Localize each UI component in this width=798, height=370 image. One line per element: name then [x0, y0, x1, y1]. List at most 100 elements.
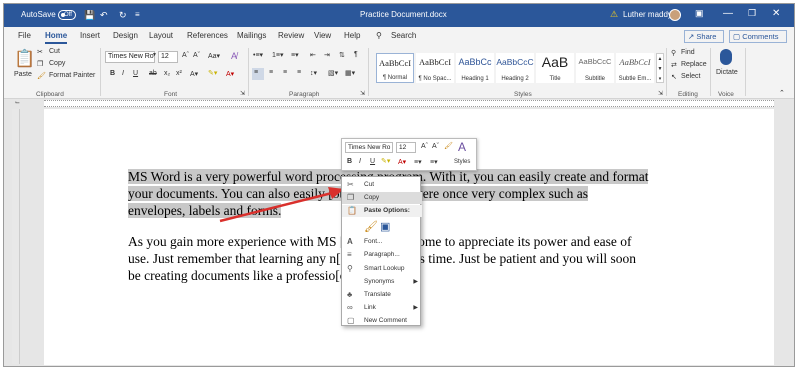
highlight-icon[interactable]: ✎▾	[208, 69, 217, 77]
font-launcher-icon[interactable]: ⇲	[240, 90, 245, 97]
ribbon-display-options-icon[interactable]: ▣	[695, 8, 704, 19]
paste-icon[interactable]: 📋	[14, 49, 35, 69]
chevron-down-icon[interactable]: ▼	[152, 52, 157, 58]
bold-icon[interactable]: B	[347, 158, 352, 165]
style-subtle-emphasis[interactable]: AaBbCcI Subtle Em...	[616, 53, 654, 83]
shrink-font-icon[interactable]: Aˇ	[432, 143, 439, 150]
sort-icon[interactable]: ⇅	[339, 51, 345, 59]
highlight-icon[interactable]: ✎▾	[381, 157, 390, 165]
italic-icon[interactable]: I	[359, 158, 361, 165]
autosave-toggle[interactable]: Off	[58, 10, 76, 20]
menu-item-paragraph[interactable]: ≡ Paragraph...	[342, 249, 422, 261]
style-title[interactable]: AaB Title	[536, 53, 574, 83]
paste-keep-formatting-icon[interactable]: 🖌	[364, 220, 378, 233]
font-color-icon[interactable]: A▾	[398, 158, 406, 166]
minimize-icon[interactable]: —	[723, 8, 733, 19]
comments-button[interactable]: ▢ Comments	[729, 30, 787, 43]
align-right-icon[interactable]: ≡	[283, 69, 287, 76]
multilevel-list-icon[interactable]: ≡▾	[291, 51, 299, 59]
tab-help[interactable]: Help	[344, 31, 360, 40]
numbering-icon[interactable]: ≡▾	[430, 158, 438, 166]
tab-selector-icon[interactable]: ⌙	[15, 99, 20, 106]
replace-button[interactable]: Replace	[681, 61, 707, 68]
tab-references[interactable]: References	[187, 31, 228, 40]
styles-icon[interactable]: A	[458, 140, 466, 154]
font-size-select[interactable]: 12	[158, 51, 178, 63]
align-center-icon[interactable]: ≡	[269, 69, 273, 76]
format-painter-icon[interactable]: 🖌	[37, 72, 46, 80]
decrease-indent-icon[interactable]: ⇤	[310, 51, 316, 59]
menu-item-translate[interactable]: ♣ Translate	[342, 289, 422, 301]
paste-picture-icon[interactable]: ▣	[380, 220, 390, 233]
cut-icon[interactable]: ✂	[37, 48, 43, 56]
microphone-icon[interactable]	[720, 49, 732, 65]
show-formatting-icon[interactable]: ¶	[354, 51, 358, 58]
grow-font-icon[interactable]: Aˆ	[182, 52, 189, 59]
share-button[interactable]: ↗ Share	[684, 30, 724, 43]
style-heading-2[interactable]: AaBbCcC Heading 2	[496, 53, 534, 83]
warning-icon[interactable]: ⚠	[610, 9, 618, 20]
menu-item-new-comment[interactable]: ▢ New Comment	[342, 315, 422, 327]
align-left-icon[interactable]: ≡	[252, 68, 264, 80]
mini-styles-label[interactable]: Styles	[454, 159, 470, 165]
tab-file[interactable]: File	[18, 31, 31, 40]
search-icon[interactable]: ⚲	[376, 31, 382, 40]
find-button[interactable]: Find	[681, 49, 695, 56]
increase-indent-icon[interactable]: ⇥	[324, 51, 330, 59]
select-icon[interactable]: ↖	[671, 73, 677, 81]
replace-icon[interactable]: ⇄	[671, 61, 677, 69]
borders-icon[interactable]: ▦▾	[345, 69, 355, 77]
tab-layout[interactable]: Layout	[149, 31, 173, 40]
close-icon[interactable]: ✕	[772, 8, 780, 19]
horizontal-ruler[interactable]: ⌙	[4, 99, 794, 109]
superscript-icon[interactable]: x²	[176, 70, 182, 77]
menu-item-font[interactable]: A Font...	[342, 236, 422, 248]
style-normal[interactable]: AaBbCcI ¶ Normal	[376, 53, 414, 83]
tab-home[interactable]: Home	[45, 31, 68, 44]
bold-icon[interactable]: B	[110, 70, 115, 77]
user-name[interactable]: Luther maddy	[623, 10, 672, 19]
underline-icon[interactable]: U	[370, 158, 375, 165]
restore-icon[interactable]: ❐	[748, 8, 756, 19]
clear-formatting-icon[interactable]: A̸	[231, 51, 237, 61]
copy-button[interactable]: Copy	[49, 60, 65, 67]
tab-review[interactable]: Review	[278, 31, 304, 40]
mini-font-size[interactable]: 12	[396, 142, 416, 153]
avatar[interactable]	[669, 9, 681, 21]
menu-item-copy[interactable]: ❐ Copy	[342, 192, 422, 204]
bullets-icon[interactable]: •≡▾	[253, 51, 263, 59]
grow-font-icon[interactable]: Aˆ	[421, 143, 428, 150]
undo-icon[interactable]: ↶	[100, 10, 108, 21]
style-subtitle[interactable]: AaBbCcC Subtitle	[576, 53, 614, 83]
text-effects-icon[interactable]: A▾	[190, 70, 198, 78]
find-icon[interactable]: ⚲	[671, 49, 676, 57]
justify-icon[interactable]: ≡	[297, 69, 301, 76]
search-box[interactable]: Search	[391, 31, 416, 40]
copy-icon[interactable]: ❐	[37, 60, 43, 68]
dictate-button[interactable]: Dictate	[716, 69, 738, 76]
tab-design[interactable]: Design	[113, 31, 138, 40]
collapse-ribbon-icon[interactable]: ⌃	[779, 89, 785, 97]
underline-icon[interactable]: U	[133, 70, 138, 77]
menu-item-smart-lookup[interactable]: ⚲ Smart Lookup	[342, 263, 422, 275]
numbering-icon[interactable]: 1≡▾	[272, 51, 284, 59]
shrink-font-icon[interactable]: Aˇ	[193, 52, 200, 59]
tab-mailings[interactable]: Mailings	[237, 31, 266, 40]
styles-scroll[interactable]: ▲ ▼ ▾	[656, 53, 664, 83]
shading-icon[interactable]: ▧▾	[328, 69, 338, 77]
menu-item-synonyms[interactable]: Synonyms ▶	[342, 276, 422, 288]
cut-button[interactable]: Cut	[49, 48, 60, 55]
menu-item-cut[interactable]: ✂ Cut	[342, 179, 422, 191]
style-no-spacing[interactable]: AaBbCcI ¶ No Spac...	[416, 53, 454, 83]
paste-button[interactable]: Paste	[14, 71, 32, 78]
strikethrough-icon[interactable]: ab	[149, 70, 157, 77]
menu-item-link[interactable]: ∞ Link ▶	[342, 302, 422, 314]
tab-view[interactable]: View	[314, 31, 331, 40]
vertical-ruler[interactable]	[12, 109, 20, 364]
tab-insert[interactable]: Insert	[80, 31, 100, 40]
paragraph-launcher-icon[interactable]: ⇲	[360, 90, 365, 97]
font-name-select[interactable]: Times New Ro	[105, 51, 155, 63]
font-color-icon[interactable]: A▾	[226, 70, 234, 78]
redo-icon[interactable]: ↻	[119, 10, 127, 21]
line-spacing-icon[interactable]: ↕▾	[310, 69, 317, 77]
